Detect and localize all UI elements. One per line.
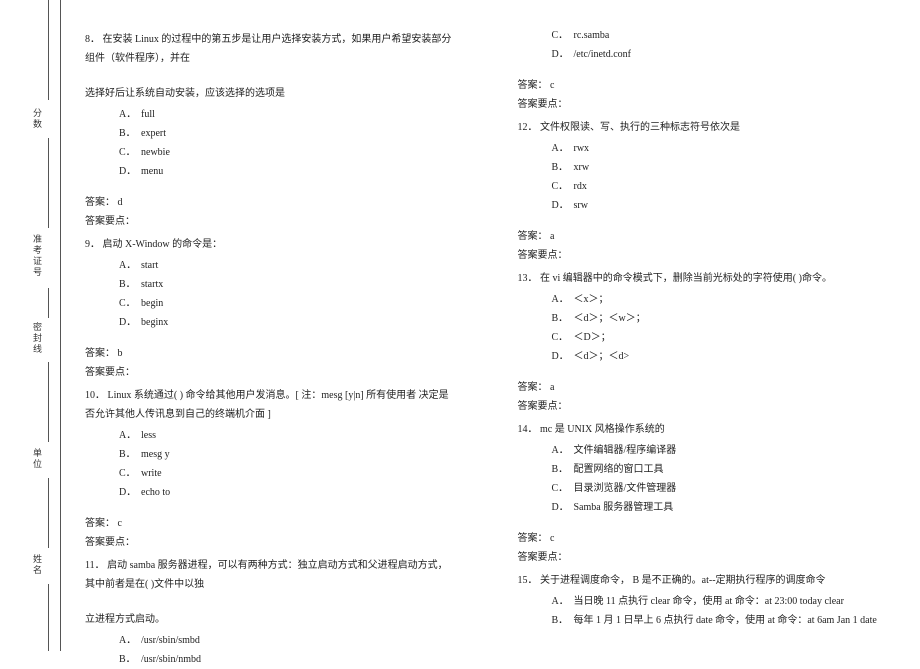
q11-opt-c: C．rc.samba	[552, 26, 891, 45]
q9-opt-c: C．begin	[119, 294, 458, 313]
q8-opt-d: D．menu	[119, 162, 458, 181]
q14-text: 14． mc 是 UNIX 风格操作系统的	[518, 420, 891, 439]
q12-opt-d: D．srw	[552, 196, 891, 215]
q11-opt-a: A．/usr/sbin/smbd	[119, 631, 458, 650]
q10-opt-b: B．mesg y	[119, 445, 458, 464]
q8-text2: 选择好后让系统自动安装，应该选择的选项是	[85, 84, 458, 103]
q10-opt-a: A．less	[119, 426, 458, 445]
q14-opt-a: A．文件编辑器/程序编译器	[552, 441, 891, 460]
q11-text2: 立进程方式启动。	[85, 610, 458, 629]
binding-line-main	[60, 0, 61, 651]
q12-opt-a: A．rwx	[552, 139, 891, 158]
q8-opt-b: B．expert	[119, 124, 458, 143]
q9-text: 9． 启动 X-Window 的命令是：	[85, 235, 458, 254]
margin-label-xingming: 姓名	[31, 554, 44, 576]
q12-points: 答案要点：	[518, 246, 891, 265]
q14-points: 答案要点：	[518, 548, 891, 567]
q15-options: A．当日晚 11 点执行 clear 命令，使用 at 命令：at 23:00 …	[518, 592, 891, 630]
q13-options: A．＜x＞； B．＜d＞；＜w＞； C．＜D＞； D．＜d＞；＜d>	[518, 290, 891, 366]
q13-opt-c: C．＜D＞；	[552, 328, 891, 347]
q8-options: A．full B．expert C．newbie D．menu	[85, 105, 458, 181]
segment-line-5	[48, 478, 49, 548]
q9-opt-b: B．startx	[119, 275, 458, 294]
q8-opt-c: C．newbie	[119, 143, 458, 162]
q11-answer: 答案： c	[518, 76, 891, 95]
q8-points: 答案要点：	[85, 212, 458, 231]
q11-opt-d: D．/etc/inetd.conf	[552, 45, 891, 64]
q13-opt-a: A．＜x＞；	[552, 290, 891, 309]
q11-points: 答案要点：	[518, 95, 891, 114]
q13-opt-d: D．＜d＞；＜d>	[552, 347, 891, 366]
q10-opt-d: D．echo to	[119, 483, 458, 502]
q9-answer: 答案： b	[85, 344, 458, 363]
q12-opt-b: B．xrw	[552, 158, 891, 177]
q13-answer: 答案： a	[518, 378, 891, 397]
q10-text: 10． Linux 系统通过( ) 命令给其他用户发消息。[ 注：mesg [y…	[85, 386, 458, 424]
margin-label-mfx: 密封线	[31, 322, 44, 355]
q15-text: 15． 关于进程调度命令， B 是不正确的。at--定期执行程序的调度命令	[518, 571, 891, 590]
column-left: 8． 在安装 Linux 的过程中的第五步是让用户选择安装方式，如果用户希望安装…	[85, 26, 458, 631]
column-right: C．rc.samba D．/etc/inetd.conf 答案： c 答案要点：…	[518, 26, 891, 631]
q8-text: 8． 在安装 Linux 的过程中的第五步是让用户选择安装方式，如果用户希望安装…	[85, 30, 458, 68]
q14-opt-b: B．配置网络的窗口工具	[552, 460, 891, 479]
q9-opt-a: A．start	[119, 256, 458, 275]
q12-options: A．rwx B．xrw C．rdx D．srw	[518, 139, 891, 215]
q10-options: A．less B．mesg y C．write D．echo to	[85, 426, 458, 502]
margin-label-danwei: 单位	[31, 448, 44, 470]
segment-line-2	[48, 138, 49, 228]
segment-line-4	[48, 362, 49, 442]
q10-opt-c: C．write	[119, 464, 458, 483]
q15-opt-b: B．每年 1 月 1 日早上 6 点执行 date 命令，使用 at 命令：at…	[552, 611, 891, 630]
margin-label-zkz: 准考证号	[31, 234, 44, 278]
q12-answer: 答案： a	[518, 227, 891, 246]
segment-line-6	[48, 584, 49, 651]
q9-points: 答案要点：	[85, 363, 458, 382]
q10-answer: 答案： c	[85, 514, 458, 533]
q8-opt-a: A．full	[119, 105, 458, 124]
q11-options-left: A．/usr/sbin/smbd B．/usr/sbin/nmbd	[85, 631, 458, 669]
q9-options: A．start B．startx C．begin D．beginx	[85, 256, 458, 332]
q8-answer: 答案： d	[85, 193, 458, 212]
q11-options-right: C．rc.samba D．/etc/inetd.conf	[518, 26, 891, 64]
q14-opt-d: D．Samba 服务器管理工具	[552, 498, 891, 517]
q14-options: A．文件编辑器/程序编译器 B．配置网络的窗口工具 C．目录浏览器/文件管理器 …	[518, 441, 891, 517]
q14-answer: 答案： c	[518, 529, 891, 548]
q14-opt-c: C．目录浏览器/文件管理器	[552, 479, 891, 498]
q12-text: 12． 文件权限读、写、执行的三种标志符号依次是	[518, 118, 891, 137]
q12-opt-c: C．rdx	[552, 177, 891, 196]
margin-label-fenshu: 分数	[31, 108, 44, 130]
q13-text: 13． 在 vi 编辑器中的命令模式下，删除当前光标处的字符使用( )命令。	[518, 269, 891, 288]
q15-opt-a: A．当日晚 11 点执行 clear 命令，使用 at 命令：at 23:00 …	[552, 592, 891, 611]
q13-opt-b: B．＜d＞；＜w＞；	[552, 309, 891, 328]
q10-points: 答案要点：	[85, 533, 458, 552]
q13-points: 答案要点：	[518, 397, 891, 416]
q9-opt-d: D．beginx	[119, 313, 458, 332]
page-content: 8． 在安装 Linux 的过程中的第五步是让用户选择安装方式，如果用户希望安装…	[85, 26, 890, 631]
q11-text: 11． 启动 samba 服务器进程，可以有两种方式：独立启动方式和父进程启动方…	[85, 556, 458, 594]
binding-margin: 分数 准考证号 密封线 单位 姓名	[0, 0, 85, 651]
segment-line-3	[48, 288, 49, 318]
q11-opt-b: B．/usr/sbin/nmbd	[119, 650, 458, 669]
segment-line-1	[48, 0, 49, 100]
